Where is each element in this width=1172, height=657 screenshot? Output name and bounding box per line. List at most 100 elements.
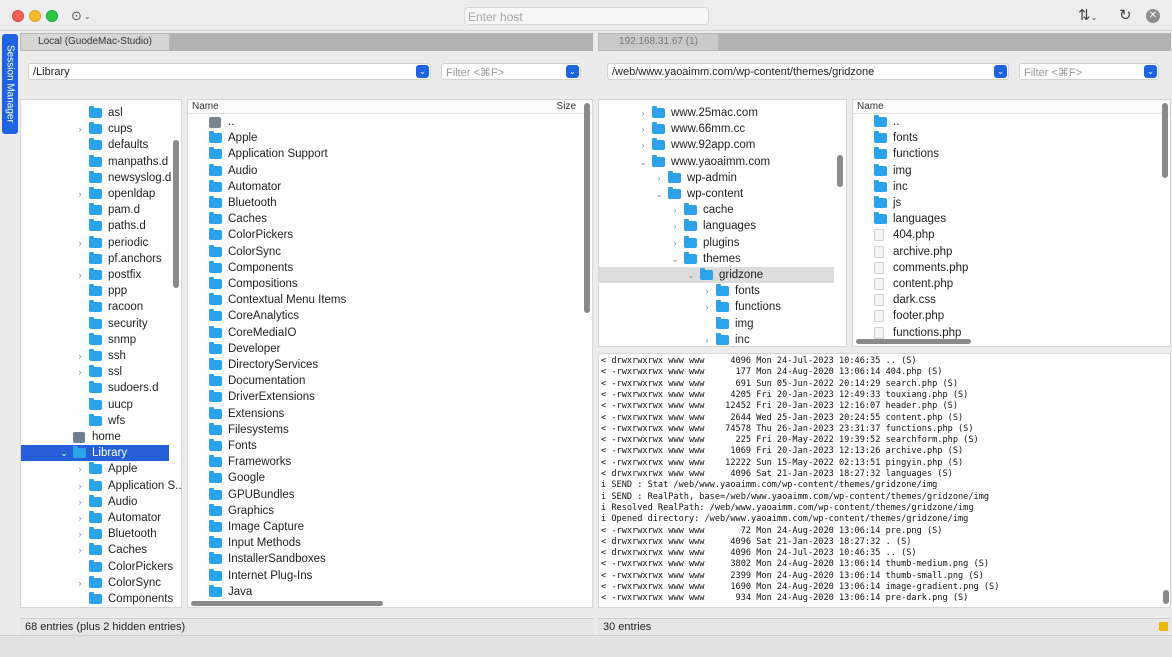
remote-files-vscroll[interactable] [1162, 103, 1168, 178]
file-row[interactable]: Developer [188, 341, 578, 357]
tree-item[interactable]: snmp [21, 332, 169, 348]
file-row[interactable]: Contextual Menu Items [188, 292, 578, 308]
chevron-right-icon[interactable]: › [702, 332, 712, 346]
chevron-right-icon[interactable]: › [75, 267, 85, 283]
tree-item[interactable]: pf.anchors [21, 251, 169, 267]
tree-item[interactable]: › postfix [21, 267, 169, 283]
chevron-right-icon[interactable]: › [75, 494, 85, 510]
tree-item[interactable]: ⌄ gridzone [599, 267, 834, 283]
local-tree-scrollbar[interactable] [173, 140, 179, 288]
tree-item[interactable]: defaults [21, 137, 169, 153]
file-row[interactable]: Image Capture [188, 519, 578, 535]
file-row[interactable]: GPUBundles [188, 487, 578, 503]
tree-item[interactable]: asl [21, 105, 169, 121]
tree-item[interactable]: ppp [21, 283, 169, 299]
ellipsis-circle-icon[interactable]: ⊙ ⌄ [71, 7, 99, 25]
tree-item[interactable]: › Automator [21, 510, 169, 526]
remote-filter-field[interactable]: Filter <⌘F> ⌄ [1019, 63, 1159, 80]
local-files-vscroll[interactable] [584, 103, 590, 313]
tree-item[interactable]: › fonts [599, 283, 834, 299]
file-row[interactable]: content.php [853, 276, 1158, 292]
chevron-right-icon[interactable]: › [75, 235, 85, 251]
tree-item[interactable]: › wp-admin [599, 170, 834, 186]
file-row[interactable]: ColorSync [188, 244, 578, 260]
chevron-down-icon[interactable]: ⌄ [638, 154, 648, 170]
chevron-right-icon[interactable]: › [75, 348, 85, 364]
chevron-right-icon[interactable]: › [75, 461, 85, 477]
file-row[interactable]: .. [188, 114, 578, 130]
chevron-down-icon[interactable]: ⌄ [670, 251, 680, 267]
chevron-right-icon[interactable]: › [75, 364, 85, 380]
tree-item[interactable]: uucp [21, 397, 169, 413]
file-row[interactable]: inc [853, 179, 1158, 195]
chevron-right-icon[interactable]: › [670, 235, 680, 251]
tree-item[interactable]: img [599, 316, 834, 332]
local-files-hscroll[interactable] [191, 601, 383, 606]
file-row[interactable]: Fonts [188, 438, 578, 454]
file-row[interactable]: Graphics [188, 503, 578, 519]
file-row[interactable]: Filesystems [188, 422, 578, 438]
chevron-right-icon[interactable]: › [670, 218, 680, 234]
chevron-right-icon[interactable]: › [75, 510, 85, 526]
file-row[interactable]: Java [188, 584, 578, 600]
file-row[interactable]: functions [853, 146, 1158, 162]
tree-item[interactable]: security [21, 316, 169, 332]
chevron-down-icon[interactable]: ⌄ [654, 186, 664, 202]
tree-item[interactable]: ColorPickers [21, 559, 173, 575]
tree-item[interactable]: › Apple [21, 461, 169, 477]
remote-tree-panel[interactable]: › www.25mac.com › www.66mm.cc › www.92app.com… [598, 99, 847, 347]
close-circle-icon[interactable]: ✕ [1146, 9, 1160, 23]
chevron-right-icon[interactable]: › [75, 121, 85, 137]
tree-item[interactable]: › cups [21, 121, 169, 137]
file-row[interactable]: .. [853, 114, 1158, 130]
tree-item[interactable]: › Caches [21, 542, 169, 558]
tree-item[interactable]: ⌄ wp-content [599, 186, 834, 202]
tree-item[interactable]: › www.92app.com [599, 137, 834, 153]
local-filter-field[interactable]: Filter <⌘F> ⌄ [441, 63, 581, 80]
remote-tree-scrollbar[interactable] [837, 155, 843, 187]
tab-local[interactable]: Local (GuodeMac-Studio) [20, 33, 170, 51]
file-row[interactable]: Compositions [188, 276, 578, 292]
tree-item[interactable]: › ssl [21, 364, 169, 380]
tree-item[interactable]: › Audio [21, 494, 169, 510]
column-header-size[interactable]: Size [557, 101, 576, 112]
file-row[interactable]: Application Support [188, 146, 578, 162]
tree-item[interactable]: home [21, 429, 169, 445]
chevron-right-icon[interactable]: › [75, 575, 85, 591]
tab-remote[interactable]: 192.168.31.67 (1) [598, 33, 719, 51]
chevron-down-icon[interactable]: ⌄ [59, 445, 69, 461]
chevron-down-icon[interactable]: ⌄ [416, 65, 429, 78]
file-row[interactable]: Caches [188, 211, 578, 227]
file-row[interactable]: footer.php [853, 308, 1158, 324]
local-tree-panel[interactable]: asl › cups defaults manpaths.d newsyslog.d › op… [20, 99, 182, 608]
chevron-down-icon[interactable]: ⌄ [686, 267, 696, 283]
chevron-right-icon[interactable]: › [638, 137, 648, 153]
sort-arrows-icon[interactable]: ⇅⌄ [1078, 6, 1097, 24]
tree-item[interactable]: › inc [599, 332, 834, 346]
minimize-window-button[interactable] [29, 10, 41, 22]
file-row[interactable]: 404.php [853, 227, 1158, 243]
chevron-down-icon[interactable]: ⌄ [1144, 65, 1157, 78]
tree-item[interactable]: ⌄ Library [21, 445, 169, 462]
chevron-right-icon[interactable]: › [75, 186, 85, 202]
file-row[interactable]: Extensions [188, 406, 578, 422]
file-row[interactable]: DirectoryServices [188, 357, 578, 373]
file-row[interactable]: Internet Plug-Ins [188, 568, 578, 584]
tree-item[interactable]: › Application S... [21, 478, 181, 494]
tree-item[interactable]: › cache [599, 202, 834, 218]
tree-item[interactable]: › Bluetooth [21, 526, 169, 542]
file-row[interactable]: Google [188, 470, 578, 486]
local-files-panel[interactable]: Name Size .. Apple Application Support Audi… [187, 99, 593, 608]
tree-item[interactable]: ⌄ www.yaoaimm.com [599, 154, 834, 170]
column-header-name[interactable]: Name [192, 101, 219, 112]
tree-item[interactable]: › www.66mm.cc [599, 121, 834, 137]
zoom-window-button[interactable] [46, 10, 58, 22]
file-row[interactable]: dark.css [853, 292, 1158, 308]
chevron-right-icon[interactable]: › [638, 105, 648, 121]
close-window-button[interactable] [12, 10, 24, 22]
chevron-down-icon[interactable]: ⌄ [994, 65, 1007, 78]
chevron-right-icon[interactable]: › [75, 526, 85, 542]
host-field[interactable] [464, 7, 709, 25]
file-row[interactable]: Documentation [188, 373, 578, 389]
refresh-icon[interactable]: ↻ [1119, 6, 1132, 24]
